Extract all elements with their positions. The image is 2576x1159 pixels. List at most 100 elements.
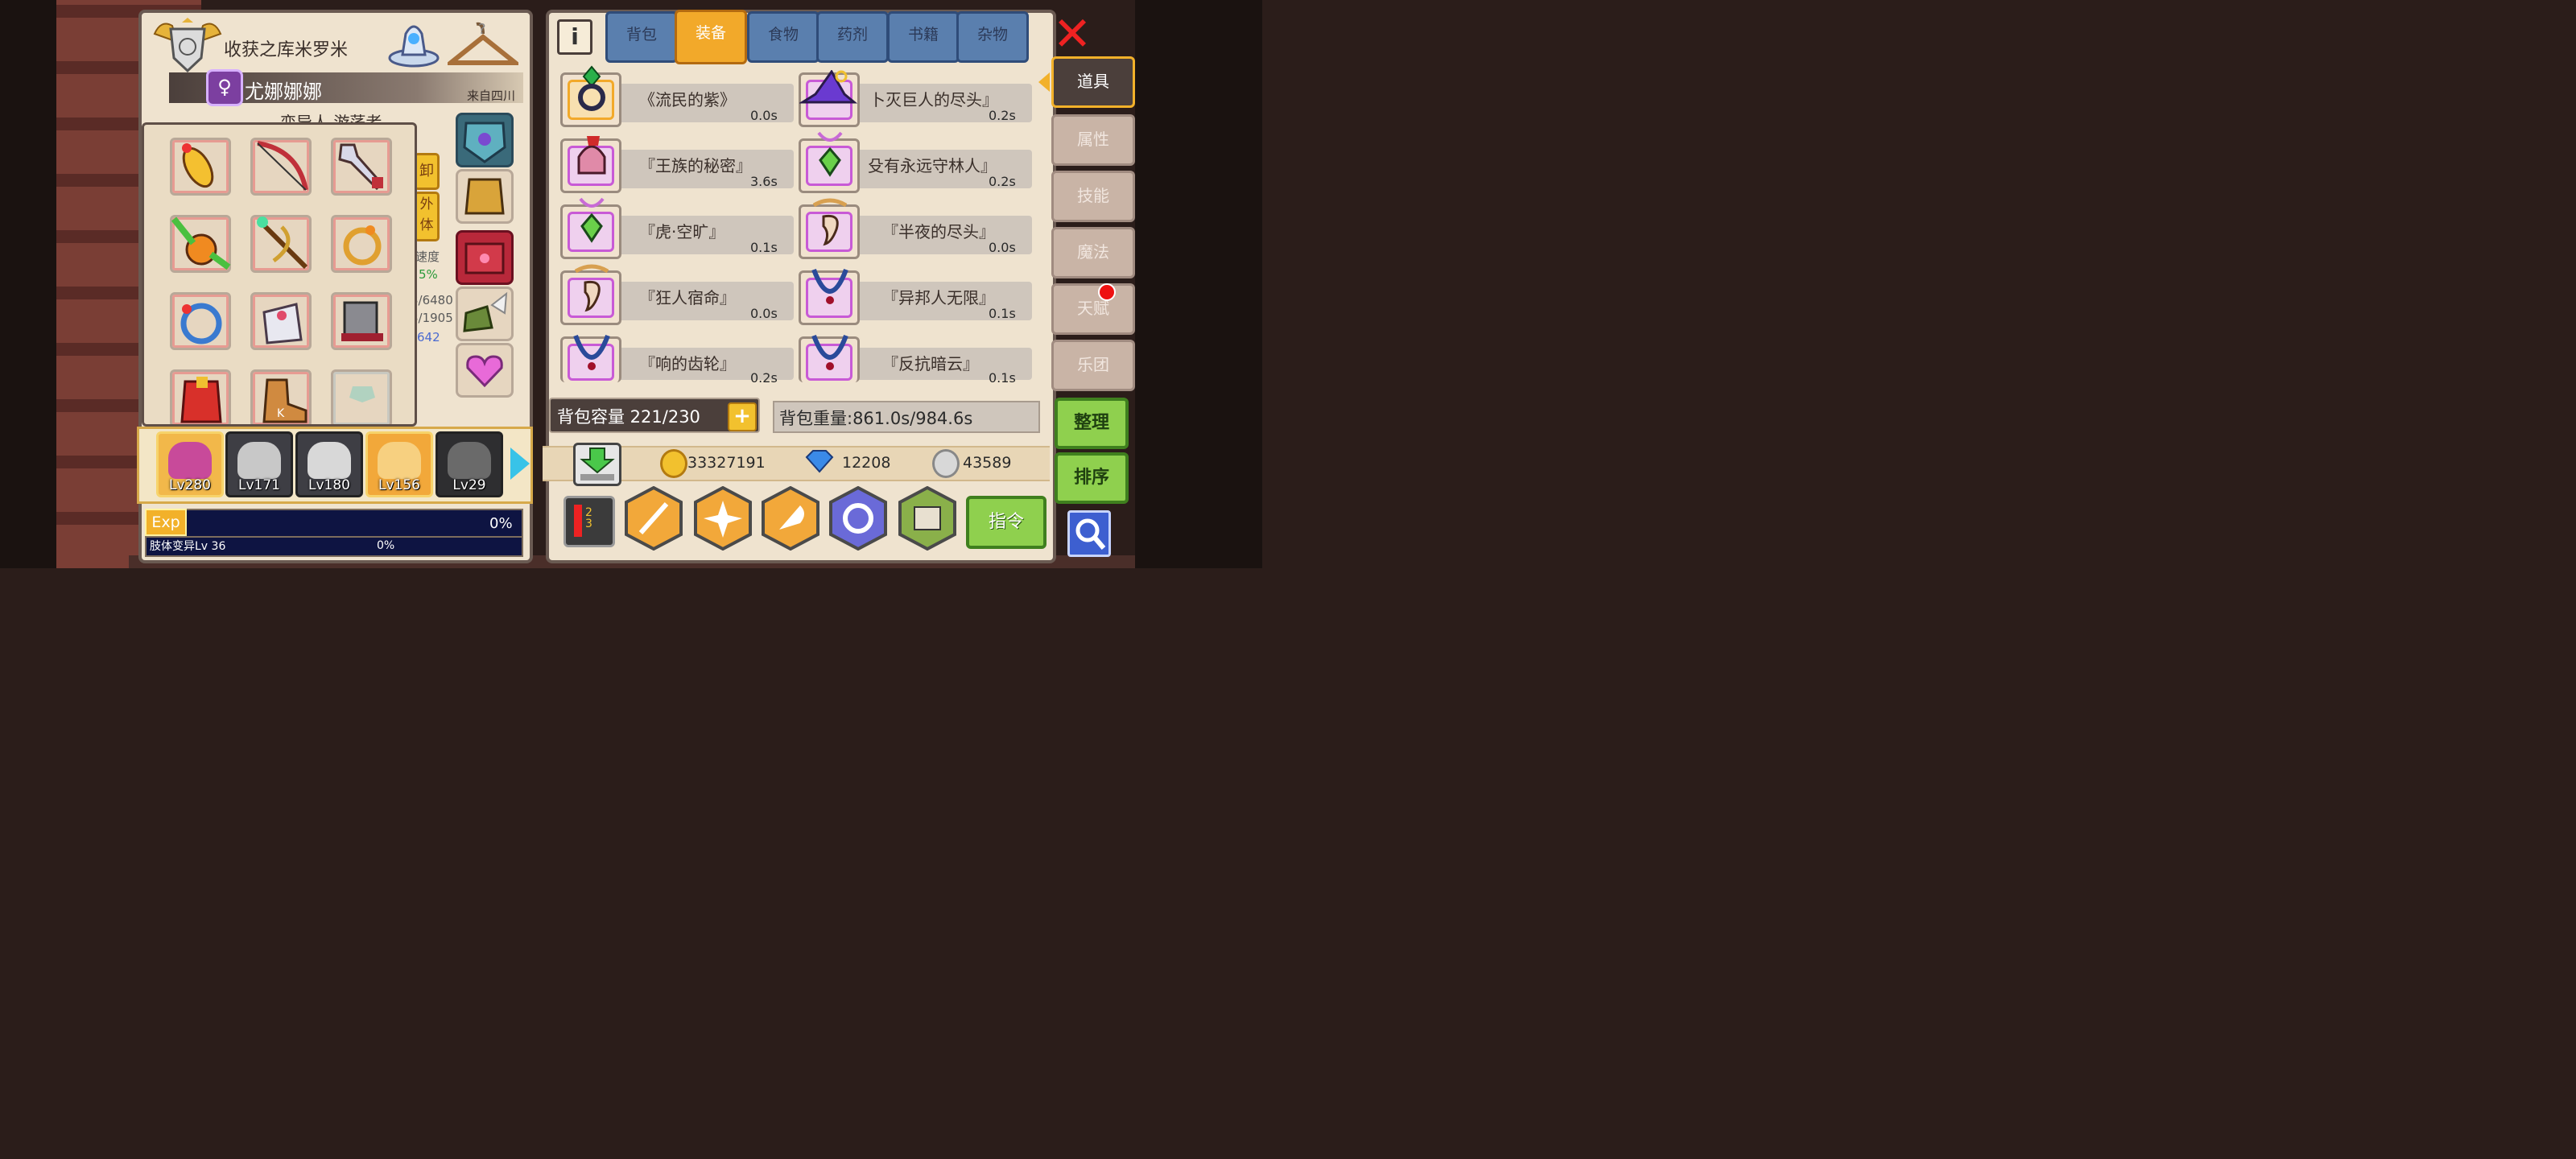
sword-skill-button[interactable] [625, 486, 683, 551]
item-slot[interactable] [799, 198, 860, 259]
equip-slot-4[interactable] [170, 215, 231, 273]
equip-slot-11[interactable]: K [250, 369, 312, 424]
search-icon [1075, 518, 1106, 550]
category-attributes[interactable]: 属性 [1051, 114, 1135, 166]
item-weight: 3.6s [750, 174, 778, 189]
equip-slot-8[interactable] [250, 292, 312, 350]
crystal-shield-icon [463, 122, 506, 163]
stat-percent: 5% [419, 267, 438, 282]
info-icon[interactable]: i [557, 19, 592, 55]
necklace-icon [811, 334, 848, 370]
left-edge-bg [0, 0, 56, 568]
heart-gem-icon [466, 355, 503, 388]
item-weight: 0.0s [750, 306, 778, 321]
sort-button[interactable]: 整理 [1055, 398, 1129, 449]
tab-backpack[interactable]: 背包 [605, 11, 678, 63]
gold-amount: 33327191 [687, 454, 766, 472]
tab-equipment[interactable]: 装备 [675, 10, 747, 64]
item-name: 『响的齿轮』 [639, 354, 736, 373]
equip-slot-12-empty[interactable] [331, 369, 392, 424]
hanger-icon[interactable]: ? [448, 19, 518, 69]
avatar [308, 442, 351, 479]
equip-slot-5[interactable] [250, 215, 312, 273]
crystal-altar-icon[interactable] [386, 18, 441, 69]
unequip-button[interactable]: 卸 [414, 153, 440, 190]
number-123-icon: 23 [574, 505, 592, 537]
item-slot[interactable] [560, 264, 621, 325]
party-member-2[interactable]: Lv171 [225, 431, 293, 497]
silver-amount: 43589 [963, 454, 1012, 472]
quickslot-number-button[interactable]: 23 [564, 496, 615, 547]
equip-slot-boots[interactable] [456, 287, 514, 341]
appearance-button[interactable]: 外体 [414, 192, 440, 241]
category-talent[interactable]: 天赋 [1051, 283, 1135, 335]
equip-slot-6[interactable] [331, 215, 392, 273]
party-member-level: Lv156 [378, 477, 420, 493]
equip-slot-7[interactable] [170, 292, 231, 350]
exp-bar [145, 509, 523, 538]
close-icon[interactable]: ✕ [1051, 10, 1093, 57]
deposit-button[interactable] [573, 443, 621, 486]
search-button[interactable] [1067, 510, 1111, 557]
party-member-3[interactable]: Lv180 [295, 431, 363, 497]
tab-potion[interactable]: 药剂 [816, 11, 889, 63]
command-button[interactable]: 指令 [966, 496, 1046, 549]
winged-boot-icon [463, 291, 508, 332]
equip-slot-chest[interactable] [456, 230, 514, 285]
item-slot[interactable] [560, 334, 621, 382]
item-slot[interactable] [799, 334, 860, 382]
category-band[interactable]: 乐团 [1051, 340, 1135, 391]
stat-extra: 642 [417, 330, 440, 344]
red-armor-icon [180, 377, 222, 423]
item-slot[interactable] [799, 131, 860, 193]
equip-slot-9[interactable] [331, 292, 392, 350]
gear-skill-button[interactable] [829, 486, 887, 551]
equip-slot-shield[interactable] [456, 113, 514, 167]
item-name: 『王族的秘密』 [639, 156, 752, 175]
tab-misc[interactable]: 杂物 [956, 11, 1029, 63]
crossbow-icon [257, 217, 308, 270]
item-weight: 0.1s [750, 240, 778, 255]
item-name: 卜灭巨人的尽头』 [869, 90, 998, 109]
expand-capacity-button[interactable]: + [728, 402, 757, 431]
tab-food[interactable]: 食物 [747, 11, 819, 63]
item-slot[interactable] [799, 70, 860, 127]
guild-emblem-icon [153, 18, 222, 73]
category-items[interactable]: 道具 [1051, 56, 1135, 108]
item-slot[interactable] [560, 65, 621, 127]
item-weight: 0.2s [989, 174, 1016, 189]
mutation-level-label: 肢体变异Lv 36 [150, 540, 226, 553]
magnet-skill-button[interactable] [762, 486, 819, 551]
party-member-5[interactable]: Lv29 [436, 431, 503, 497]
svg-text:K: K [277, 407, 285, 420]
category-skills[interactable]: 技能 [1051, 171, 1135, 222]
rubber-chicken-icon [182, 143, 214, 188]
party-member-1[interactable]: Lv280 [156, 431, 224, 497]
equip-slot-armor[interactable] [456, 169, 514, 224]
tab-books[interactable]: 书籍 [887, 11, 960, 63]
female-gender-icon: ♀ [206, 69, 243, 106]
category-magic[interactable]: 魔法 [1051, 227, 1135, 278]
equip-slot-2[interactable] [250, 138, 312, 196]
party-member-4[interactable]: Lv156 [365, 431, 433, 497]
gauntlet-icon [262, 303, 303, 344]
item-slot[interactable] [560, 136, 621, 193]
necklace-icon [811, 268, 848, 304]
party-next-arrow-icon[interactable] [510, 448, 530, 480]
party-member-level: Lv180 [308, 477, 350, 493]
order-button[interactable]: 排序 [1055, 452, 1129, 504]
equip-slot-accessory[interactable] [456, 343, 514, 398]
equip-slot-3[interactable] [331, 138, 392, 196]
avatar [378, 442, 421, 479]
item-slot[interactable] [560, 197, 621, 259]
equip-slot-10[interactable] [170, 369, 231, 424]
item-slot[interactable] [799, 268, 860, 325]
shuriken-skill-button[interactable] [694, 486, 752, 551]
notification-dot [1098, 283, 1116, 301]
blue-ring-icon [180, 303, 222, 344]
boot-icon: K [262, 378, 308, 423]
storage-skill-button[interactable] [898, 486, 956, 551]
diamond-icon [805, 450, 834, 473]
avatar [168, 442, 212, 479]
equip-slot-1[interactable] [170, 138, 231, 196]
